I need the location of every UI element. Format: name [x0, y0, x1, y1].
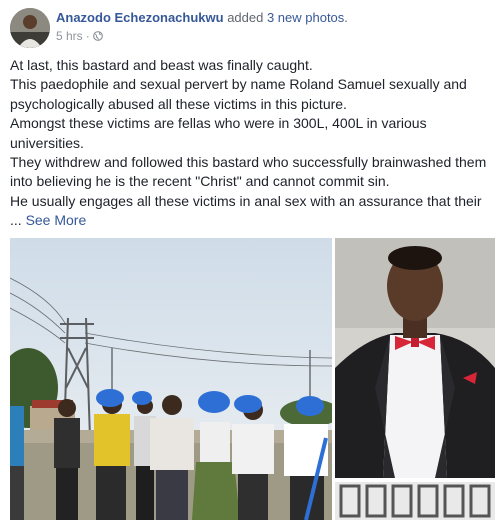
globe-icon[interactable] — [92, 31, 103, 41]
author-line: Anazodo Echezonachukwu added 3 new photo… — [56, 10, 348, 25]
facebook-post: Anazodo Echezonachukwu added 3 new photo… — [0, 0, 502, 520]
photos-link[interactable]: 3 new photos — [267, 10, 344, 25]
avatar[interactable] — [10, 8, 50, 48]
post-paragraph: Amongst these victims are fellas who wer… — [10, 115, 427, 151]
post-meta: 5 hrs · — [56, 29, 103, 43]
author-name-link[interactable]: Anazodo Echezonachukwu — [56, 10, 224, 25]
photo-group-walking[interactable] — [10, 238, 332, 520]
see-more-link[interactable]: See More — [26, 212, 87, 228]
timestamp-link[interactable]: 5 hrs — [56, 29, 83, 43]
see-more-line: ... See More — [10, 211, 494, 230]
photo-third[interactable] — [335, 482, 495, 520]
meta-separator: · — [85, 29, 90, 43]
action-end: . — [344, 10, 348, 25]
action-text: added — [223, 10, 267, 25]
photo-portrait[interactable] — [335, 238, 495, 478]
post-paragraph: This paedophile and sexual pervert by na… — [10, 76, 467, 112]
post-text: At last, this bastard and beast was fina… — [10, 56, 494, 231]
ellipsis: ... — [10, 212, 26, 229]
post-paragraph: He usually engages all these victims in … — [10, 192, 482, 209]
post-paragraph: They withdrew and followed this bastard … — [10, 154, 487, 190]
post-paragraph: At last, this bastard and beast was fina… — [10, 57, 313, 73]
